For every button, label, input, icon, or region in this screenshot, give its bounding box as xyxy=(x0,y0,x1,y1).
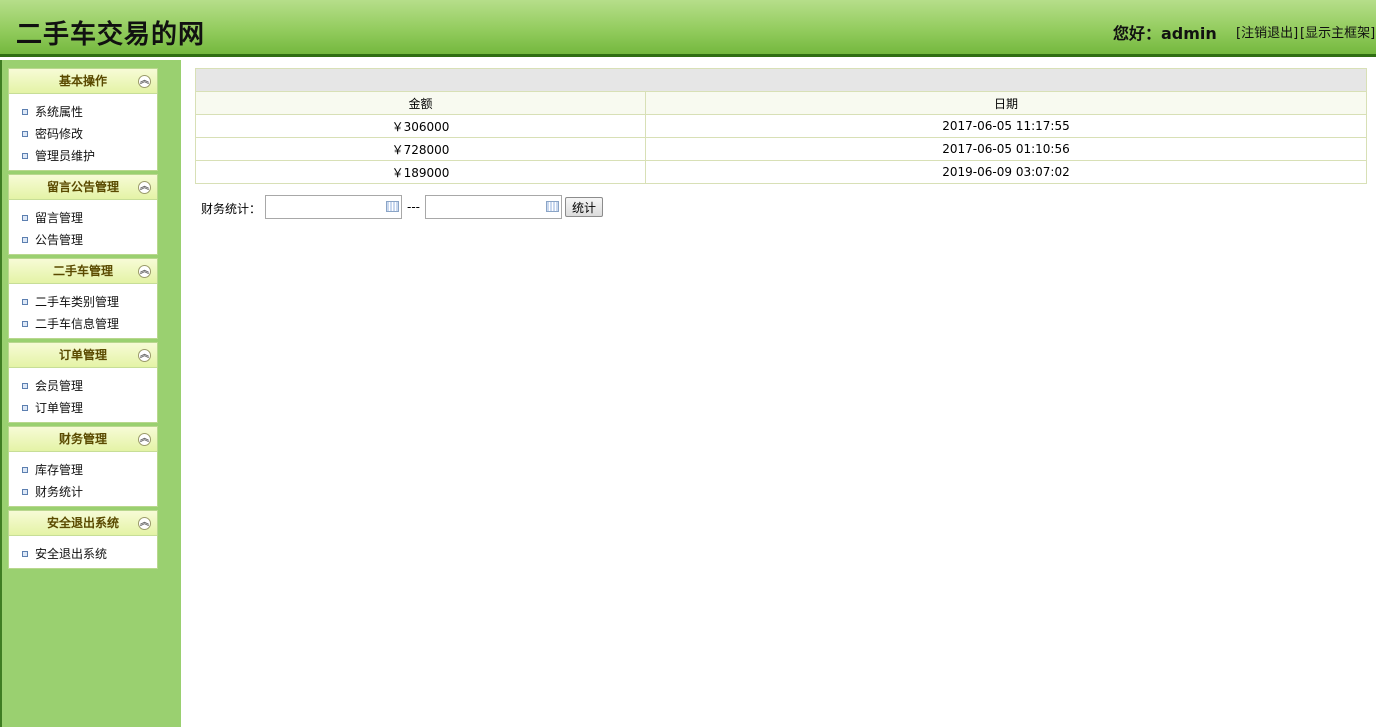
main-content: 金额 日期 ￥306000 2017-06-05 11:17:55 ￥72800… xyxy=(195,68,1367,184)
bullet-icon xyxy=(22,467,28,473)
amount-cell: ￥306000 xyxy=(195,114,646,138)
column-header-date: 日期 xyxy=(645,91,1367,115)
finance-table: 金额 日期 ￥306000 2017-06-05 11:17:55 ￥72800… xyxy=(195,91,1367,184)
logout-link[interactable]: [注销退出] xyxy=(1236,22,1298,41)
end-date-input[interactable] xyxy=(425,195,562,219)
bullet-icon xyxy=(22,321,28,327)
menu-group-header[interactable]: 财务管理 ︽ xyxy=(9,427,157,452)
menu-group-title: 安全退出系统 xyxy=(46,516,119,530)
bullet-icon xyxy=(22,489,28,495)
menu-group-orders: 订单管理 ︽ 会员管理 订单管理 xyxy=(8,342,158,423)
amount-cell: ￥728000 xyxy=(195,137,646,161)
menu-group-exit: 安全退出系统 ︽ 安全退出系统 xyxy=(8,510,158,569)
sidebar: 基本操作 ︽ 系统属性 密码修改 管理员维护 留言公告管理 ︽ 留言管理 公告管… xyxy=(0,60,181,727)
menu-group-header[interactable]: 安全退出系统 ︽ xyxy=(9,511,157,536)
top-header: 二手车交易的网 您好：admin [注销退出] [显示主框架] xyxy=(0,0,1376,57)
calendar-icon[interactable] xyxy=(386,201,399,212)
menu-group-basic: 基本操作 ︽ 系统属性 密码修改 管理员维护 xyxy=(8,68,158,171)
bullet-icon xyxy=(22,299,28,305)
bullet-icon xyxy=(22,215,28,221)
sidebar-item-password-change[interactable]: 密码修改 xyxy=(9,123,157,145)
statistics-button[interactable]: 统计 xyxy=(565,197,604,217)
collapse-up-icon[interactable]: ︽ xyxy=(138,75,151,88)
sidebar-item-member-management[interactable]: 会员管理 xyxy=(9,375,157,397)
site-title: 二手车交易的网 xyxy=(16,20,206,50)
table-title-bar xyxy=(195,68,1367,91)
sidebar-item-finance-statistics[interactable]: 财务统计 xyxy=(9,481,157,503)
menu-group-header[interactable]: 订单管理 ︽ xyxy=(9,343,157,368)
menu-group-finance: 财务管理 ︽ 库存管理 财务统计 xyxy=(8,426,158,507)
menu-group-title: 二手车管理 xyxy=(52,264,113,278)
bullet-icon xyxy=(22,405,28,411)
column-header-amount: 金额 xyxy=(195,91,646,115)
table-row: ￥306000 2017-06-05 11:17:55 xyxy=(195,114,1367,138)
menu-group-title: 留言公告管理 xyxy=(46,180,119,194)
sidebar-item-admin-maintenance[interactable]: 管理员维护 xyxy=(9,145,157,167)
calendar-icon[interactable] xyxy=(546,201,559,212)
menu-group-messages: 留言公告管理 ︽ 留言管理 公告管理 xyxy=(8,174,158,255)
date-cell: 2017-06-05 11:17:55 xyxy=(645,114,1367,138)
table-row: ￥728000 2017-06-05 01:10:56 xyxy=(195,137,1367,161)
start-date-input[interactable] xyxy=(265,195,402,219)
menu-group-title: 基本操作 xyxy=(58,74,107,88)
show-main-frame-link[interactable]: [显示主框架] xyxy=(1300,22,1375,41)
amount-cell: ￥189000 xyxy=(195,160,646,184)
menu-group-cars: 二手车管理 ︽ 二手车类别管理 二手车信息管理 xyxy=(8,258,158,339)
bullet-icon xyxy=(22,383,28,389)
menu-group-header[interactable]: 基本操作 ︽ xyxy=(9,69,157,94)
bullet-icon xyxy=(22,551,28,557)
stats-label: 财务统计： xyxy=(201,202,262,216)
collapse-up-icon[interactable]: ︽ xyxy=(138,265,151,278)
collapse-up-icon[interactable]: ︽ xyxy=(138,349,151,362)
table-header-row: 金额 日期 xyxy=(195,91,1367,115)
bullet-icon xyxy=(22,131,28,137)
sidebar-item-system-properties[interactable]: 系统属性 xyxy=(9,101,157,123)
collapse-up-icon[interactable]: ︽ xyxy=(138,433,151,446)
bullet-icon xyxy=(22,237,28,243)
sidebar-item-order-management[interactable]: 订单管理 xyxy=(9,397,157,419)
bullet-icon xyxy=(22,153,28,159)
finance-stats-form: 财务统计： --- 统计 xyxy=(195,195,795,219)
sidebar-item-safe-exit[interactable]: 安全退出系统 xyxy=(9,543,157,565)
sidebar-item-message-management[interactable]: 留言管理 xyxy=(9,207,157,229)
user-greeting: 您好：admin xyxy=(1113,24,1217,43)
menu-group-title: 财务管理 xyxy=(58,432,107,446)
collapse-up-icon[interactable]: ︽ xyxy=(138,181,151,194)
menu-group-title: 订单管理 xyxy=(58,348,107,362)
date-cell: 2017-06-05 01:10:56 xyxy=(645,137,1367,161)
sidebar-item-inventory-management[interactable]: 库存管理 xyxy=(9,459,157,481)
table-row: ￥189000 2019-06-09 03:07:02 xyxy=(195,160,1367,184)
sidebar-item-announcement-management[interactable]: 公告管理 xyxy=(9,229,157,251)
menu-group-header[interactable]: 二手车管理 ︽ xyxy=(9,259,157,284)
bullet-icon xyxy=(22,109,28,115)
menu-group-header[interactable]: 留言公告管理 ︽ xyxy=(9,175,157,200)
sidebar-item-car-category[interactable]: 二手车类别管理 xyxy=(9,291,157,313)
date-cell: 2019-06-09 03:07:02 xyxy=(645,160,1367,184)
collapse-up-icon[interactable]: ︽ xyxy=(138,517,151,530)
date-range-separator: --- xyxy=(407,200,420,214)
sidebar-item-car-info[interactable]: 二手车信息管理 xyxy=(9,313,157,335)
